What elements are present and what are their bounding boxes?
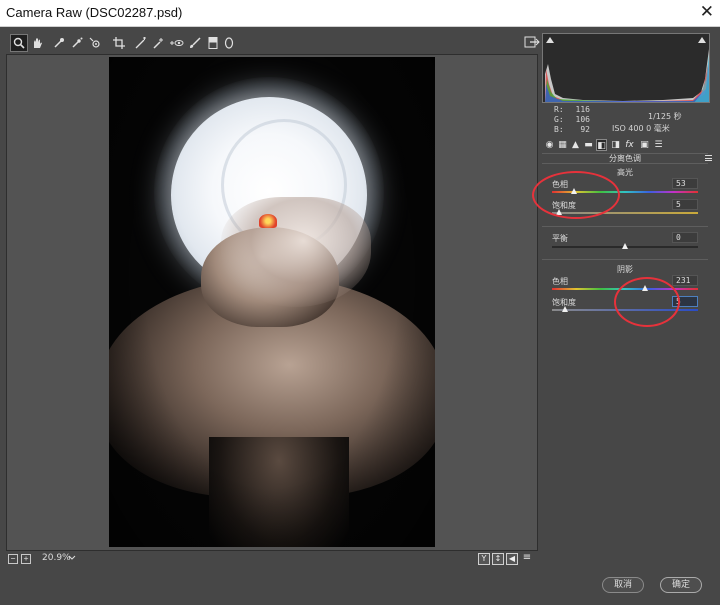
- shadows-hue-input[interactable]: 231: [672, 275, 698, 286]
- zoom-in-button[interactable]: +: [21, 554, 31, 564]
- spot-removal-tool-icon[interactable]: [150, 34, 168, 52]
- tab-presets[interactable]: ☰: [653, 139, 664, 151]
- crop-tool-icon[interactable]: [110, 34, 128, 52]
- histogram: [542, 33, 710, 103]
- tab-detail[interactable]: ▲: [570, 139, 581, 151]
- adjustment-panel: R: 116 G: 106 B: 92 1/125 秒 ISO 400 0 毫米 ◉ …: [532, 31, 715, 567]
- chevron-down-icon[interactable]: [68, 553, 78, 565]
- shadow-clipping-warning-icon[interactable]: [546, 37, 554, 43]
- color-sampler-tool-icon[interactable]: [68, 34, 86, 52]
- tab-basic[interactable]: ◉: [544, 139, 555, 151]
- shadow-annotation-circle: [614, 277, 680, 327]
- tab-effects[interactable]: fx: [624, 139, 635, 151]
- targeted-adjustment-tool-icon[interactable]: [86, 34, 104, 52]
- highlights-saturation-input[interactable]: 5: [672, 199, 698, 210]
- divider: [542, 259, 708, 260]
- red-eye-tool-icon[interactable]: [168, 34, 186, 52]
- split-toning-title: 分离色调: [542, 153, 708, 164]
- window-title: Camera Raw (DSC02287.psd): [6, 5, 183, 20]
- close-icon[interactable]: ✕: [700, 2, 714, 22]
- iso-focal-length: ISO 400 0 毫米: [612, 124, 670, 133]
- shadows-saturation-thumb[interactable]: [562, 306, 569, 312]
- shadows-title: 阴影: [617, 265, 633, 274]
- shutter-speed: 1/125 秒: [648, 112, 682, 121]
- preview-preferences-icon[interactable]: ≡: [521, 553, 533, 565]
- copy-settings-button[interactable]: ◀: [506, 553, 518, 565]
- image-preview-area[interactable]: [6, 54, 538, 551]
- camera-raw-window: − + 20.9% Y ↕ ◀ ≡ R: 116 G: 106 B: 92 1/…: [0, 27, 720, 605]
- rgb-readout: R: 116 G: 106 B: 92: [554, 105, 590, 134]
- swap-before-after-button[interactable]: ↕: [492, 553, 504, 565]
- panel-tabs: ◉ ▦ ▲ ▬ ◧ ◨ fx ▣ ☰: [542, 139, 712, 153]
- balance-thumb[interactable]: [622, 243, 628, 249]
- highlight-annotation-circle: [532, 171, 620, 219]
- radial-filter-icon[interactable]: [220, 34, 238, 52]
- zoom-tool-icon[interactable]: [10, 34, 28, 52]
- ok-button[interactable]: 确定: [660, 577, 702, 593]
- open-preferences-icon[interactable]: [524, 35, 540, 51]
- tab-tone-curve[interactable]: ▦: [557, 139, 568, 151]
- tab-camera-calibration[interactable]: ▣: [639, 139, 650, 151]
- tab-hsl[interactable]: ▬: [583, 139, 594, 151]
- tab-lens-corrections[interactable]: ◨: [610, 139, 621, 151]
- highlights-hue-input[interactable]: 53: [672, 178, 698, 189]
- balance-input[interactable]: 0: [672, 232, 698, 243]
- photo-preview: [109, 57, 435, 547]
- white-balance-tool-icon[interactable]: [50, 34, 68, 52]
- highlight-clipping-warning-icon[interactable]: [698, 37, 706, 43]
- hand-tool-icon[interactable]: [28, 34, 46, 52]
- divider: [542, 226, 708, 227]
- before-after-view-button[interactable]: Y: [478, 553, 490, 565]
- zoom-level[interactable]: 20.9%: [42, 553, 71, 563]
- balance-label: 平衡: [552, 234, 568, 243]
- cancel-button[interactable]: 取消: [602, 577, 644, 593]
- panel-menu-icon[interactable]: [705, 155, 712, 161]
- adjustment-brush-icon[interactable]: [186, 34, 204, 52]
- tab-split-toning[interactable]: ◧: [596, 139, 607, 151]
- shadows-hue-label: 色相: [552, 277, 568, 286]
- camera-info: 1/125 秒 ISO 400 0 毫米: [612, 111, 682, 135]
- zoom-out-button[interactable]: −: [8, 554, 18, 564]
- preview-bottom-bar: − + 20.9% Y ↕ ◀ ≡: [6, 551, 538, 569]
- toolbar: [6, 33, 540, 53]
- straighten-tool-icon[interactable]: [132, 34, 150, 52]
- title-bar: Camera Raw (DSC02287.psd) ✕: [0, 0, 720, 27]
